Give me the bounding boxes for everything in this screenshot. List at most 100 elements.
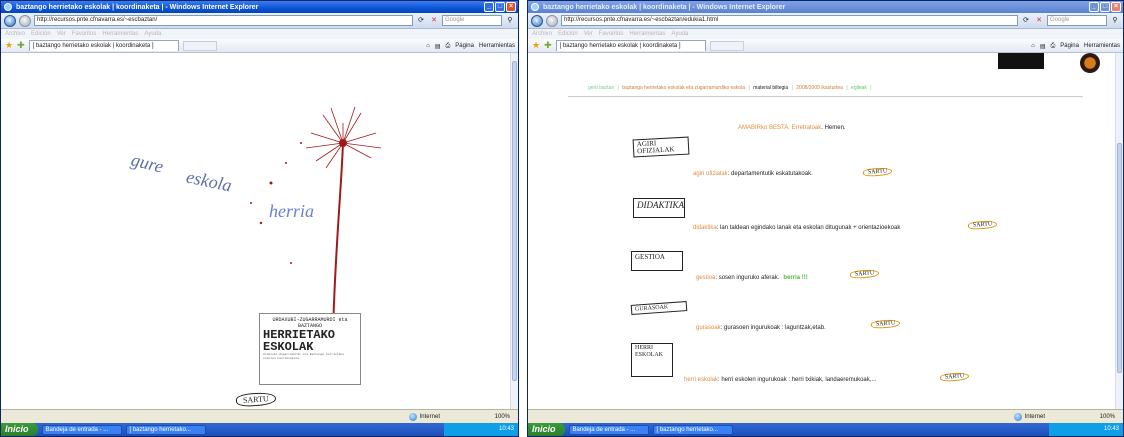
menu-bar: Archivo Edición Ver Favoritos Herramient…: [528, 29, 1123, 39]
menu-ver[interactable]: Ver: [584, 31, 593, 37]
enter-button[interactable]: SARTU: [870, 318, 901, 330]
maximize-button[interactable]: □: [1100, 2, 1110, 12]
feeds-icon[interactable]: ▤: [435, 43, 441, 50]
minimize-button[interactable]: _: [484, 2, 494, 12]
sketch-agiri-ofizialak: AGIRI OFIZIALAK: [632, 136, 690, 158]
page-menu[interactable]: Página: [1060, 43, 1079, 49]
menu-edicion[interactable]: Edición: [558, 31, 578, 37]
title-word-eskola: eskola: [184, 166, 234, 196]
section-desc: : lan taldean egindako lanak eta eskolan…: [716, 225, 901, 231]
back-button[interactable]: ‹: [531, 14, 543, 27]
nav-authors[interactable]: egileak: [851, 85, 867, 91]
enter-button[interactable]: SARTU: [862, 166, 893, 178]
menu-edicion[interactable]: Edición: [31, 31, 51, 37]
print-icon[interactable]: ⎙: [1050, 43, 1055, 50]
scroll-thumb[interactable]: [512, 61, 517, 381]
search-icon[interactable]: ⚲: [505, 16, 515, 26]
taskbar-item-mail[interactable]: Bandeja de entrada - ...: [41, 424, 122, 435]
scroll-thumb[interactable]: [1117, 143, 1122, 373]
favorites-star-icon[interactable]: ★: [5, 40, 13, 51]
nav-schools[interactable]: baztango herrietako eskolak eta zugarram…: [622, 85, 745, 91]
favorites-star-icon[interactable]: ★: [532, 40, 540, 51]
nav-gerti-baztan[interactable]: gerti baztan: [588, 85, 614, 91]
close-button[interactable]: ×: [506, 2, 516, 12]
search-input[interactable]: Google: [442, 15, 502, 26]
menu-favoritos[interactable]: Favoritos: [599, 31, 624, 37]
enter-button[interactable]: SARTU: [849, 268, 880, 280]
section-link[interactable]: herri eskolak: [684, 377, 718, 383]
menu-favoritos[interactable]: Favoritos: [72, 31, 97, 37]
announcement: AMABIRko BESTA. Erretratoak. Hemen.: [738, 125, 846, 131]
amabi-link[interactable]: AMABIRko BESTA. Erretratoak: [738, 125, 821, 131]
new-tab-button[interactable]: [709, 40, 744, 51]
vertical-scrollbar[interactable]: [1115, 53, 1123, 409]
taskbar: Inicio Bandeja de entrada - ... [ baztan…: [1, 423, 518, 436]
page-viewport: gerti baztan | baztango herrietako eskol…: [528, 53, 1123, 409]
close-button[interactable]: ×: [1111, 2, 1121, 12]
tools-menu[interactable]: Herramientas: [1084, 43, 1120, 49]
add-favorite-icon[interactable]: ✚: [17, 40, 25, 51]
internet-zone-icon: [408, 412, 417, 421]
nav-course[interactable]: 2008/2009 ikasturtea: [796, 85, 843, 91]
search-input[interactable]: Google: [1047, 15, 1107, 26]
section-desc: : herri eskolen ingurukoak : herri txiki…: [718, 377, 877, 383]
home-icon[interactable]: ⌂: [426, 43, 430, 49]
address-input[interactable]: http://recursos.pnte.cfnavarra.es/~escba…: [34, 15, 413, 26]
menu-archivo[interactable]: Archivo: [532, 31, 552, 37]
menu-ayuda[interactable]: Ayuda: [144, 31, 161, 37]
screenshot-divider: [519, 0, 527, 437]
zoom-level[interactable]: 100%: [1100, 414, 1115, 420]
menu-archivo[interactable]: Archivo: [5, 31, 25, 37]
taskbar-item-mail[interactable]: Bandeja de entrada - ...: [568, 424, 649, 435]
add-favorite-icon[interactable]: ✚: [544, 40, 552, 51]
stop-icon[interactable]: ✕: [1034, 16, 1044, 26]
stop-icon[interactable]: ✕: [429, 16, 439, 26]
taskbar-item-browser[interactable]: [ baztango herrietako...: [125, 424, 206, 435]
dandelion-illustration: [250, 106, 382, 333]
start-button[interactable]: Inicio: [1, 423, 38, 436]
section-desc: : departamentutik eskatutakoak.: [727, 171, 813, 177]
enter-button[interactable]: SARTU: [235, 391, 277, 408]
maximize-button[interactable]: □: [495, 2, 505, 12]
address-input[interactable]: http://recursos.pnte.cfnavarra.es/~escba…: [561, 15, 1018, 26]
refresh-icon[interactable]: ⟳: [416, 16, 426, 26]
nav-material[interactable]: material biltegia: [753, 85, 788, 91]
enter-button[interactable]: SARTU: [967, 219, 998, 231]
banner-main-2: ESKOLAK: [263, 340, 314, 354]
zoom-level[interactable]: 100%: [495, 414, 510, 420]
page-menu[interactable]: Página: [455, 43, 474, 49]
new-badge: berria !!!: [783, 275, 808, 281]
minimize-button[interactable]: _: [1089, 2, 1099, 12]
school-banner[interactable]: URDAXUBI-ZUGARRAMURDI eta BAZTANGO HERRI…: [259, 313, 361, 385]
browser-tab[interactable]: [ baztango herrietako eskolak | koordina…: [28, 40, 179, 51]
section-link[interactable]: didaktika: [693, 225, 717, 231]
enter-button[interactable]: SARTU: [939, 371, 970, 383]
section-link[interactable]: gurasoak: [696, 325, 721, 331]
browser-tab[interactable]: [ baztango herrietako eskolak | koordina…: [555, 40, 706, 51]
search-icon[interactable]: ⚲: [1110, 16, 1120, 26]
section-desc: : gurasoen ingurukoak : laguntzak,etab.: [720, 325, 826, 331]
start-button[interactable]: Inicio: [528, 423, 565, 436]
print-icon[interactable]: ⎙: [445, 43, 450, 50]
menu-bar: Archivo Edición Ver Favoritos Herramient…: [1, 29, 518, 39]
section-link[interactable]: agiri ofizialak: [693, 171, 728, 177]
home-icon[interactable]: ⌂: [1031, 43, 1035, 49]
section-row: didaktika : lan taldean egindako lanak e…: [693, 225, 900, 231]
tools-menu[interactable]: Herramientas: [479, 43, 515, 49]
menu-ver[interactable]: Ver: [57, 31, 66, 37]
menu-herramientas[interactable]: Herramientas: [629, 31, 665, 37]
refresh-icon[interactable]: ⟳: [1021, 16, 1031, 26]
title-word-gure: gure: [129, 149, 166, 177]
menu-herramientas[interactable]: Herramientas: [102, 31, 138, 37]
system-tray-clock: 10:43: [1049, 423, 1123, 436]
vertical-scrollbar[interactable]: [510, 53, 518, 409]
forward-button[interactable]: ›: [546, 14, 558, 27]
menu-ayuda[interactable]: Ayuda: [671, 31, 688, 37]
new-tab-button[interactable]: [182, 40, 217, 51]
feeds-icon[interactable]: ▤: [1040, 43, 1046, 50]
forward-button[interactable]: ›: [19, 14, 31, 27]
ie-icon: [531, 3, 539, 11]
section-link[interactable]: gestioa: [696, 275, 715, 281]
taskbar-item-browser[interactable]: [ baztango herrietako...: [652, 424, 733, 435]
back-button[interactable]: ‹: [4, 14, 16, 27]
